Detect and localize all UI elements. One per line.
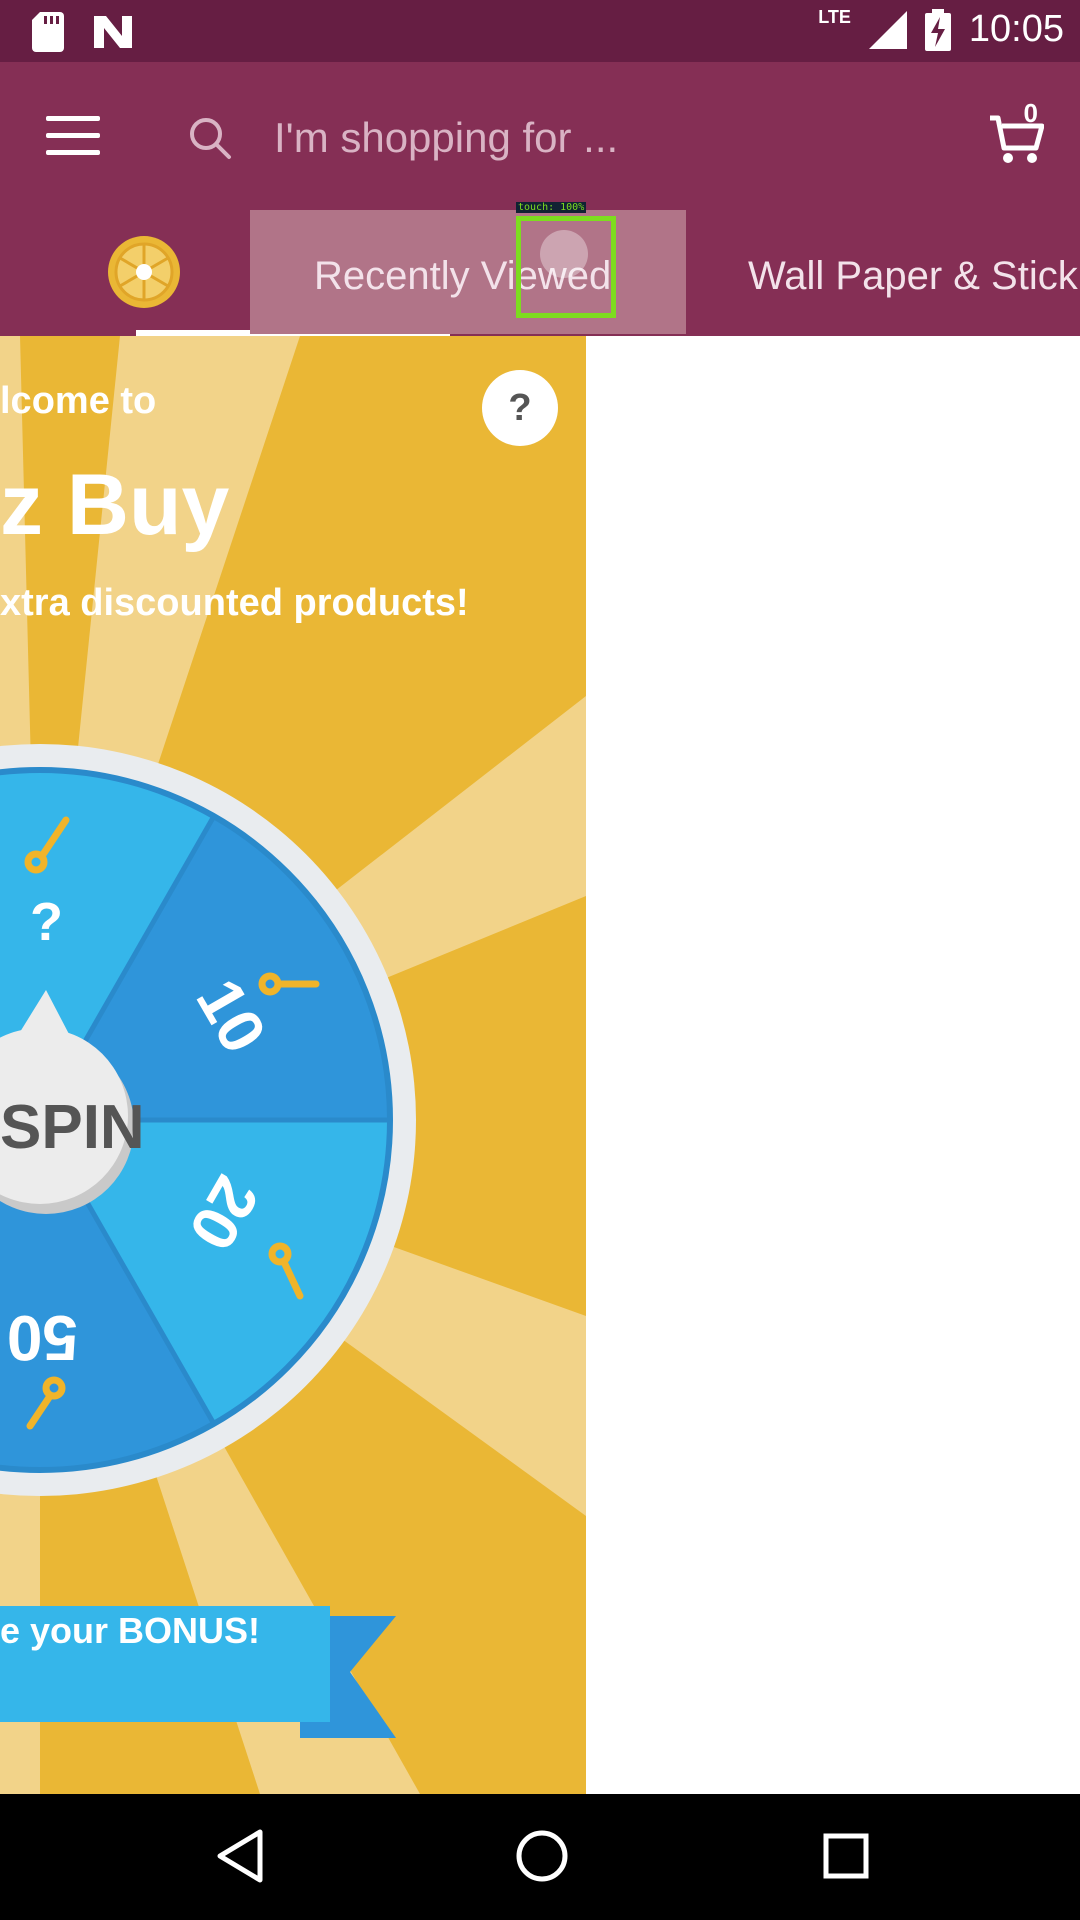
cart-badge: 0 [1023,98,1038,128]
signal-icon [868,10,907,49]
recents-icon[interactable] [818,1826,874,1886]
menu-button[interactable] [46,116,100,156]
spin-wheel[interactable]: ? 10 20 50 [0,336,586,1794]
navigation-bar [0,1794,1080,1920]
search-bar[interactable]: I'm shopping for ... [188,110,948,172]
notification-n-icon [94,16,132,48]
touch-indicator-label: touch: 100% [516,202,587,213]
back-icon[interactable] [212,1826,268,1886]
lte-label: LTE [818,7,851,27]
wheel-value-question: ? [30,892,63,952]
home-icon[interactable] [514,1826,570,1886]
bonus-text: e your BONUS! [0,1610,261,1651]
spin-wheel-tab-icon[interactable] [106,234,182,310]
battery-charging-icon [924,8,951,51]
menu-icon [46,116,100,121]
search-input[interactable]: I'm shopping for ... [274,114,618,162]
tab-wall-paper[interactable]: Wall Paper & Stick [748,254,1078,299]
content-area [586,336,1080,1794]
spin-button[interactable]: SPIN [0,1092,145,1163]
wheel-value-50: 50 [7,1302,78,1374]
sd-card-icon [32,12,64,52]
touch-indicator-box [516,216,616,318]
search-icon [190,118,231,159]
spin-promo-panel[interactable]: lcome to z Buy xtra discounted products!… [0,336,586,1794]
status-bar: LTE 10:05 [0,0,1080,62]
clock: 10:05 [968,8,1064,50]
tab-recently-viewed[interactable]: Recently Viewed [250,210,686,334]
